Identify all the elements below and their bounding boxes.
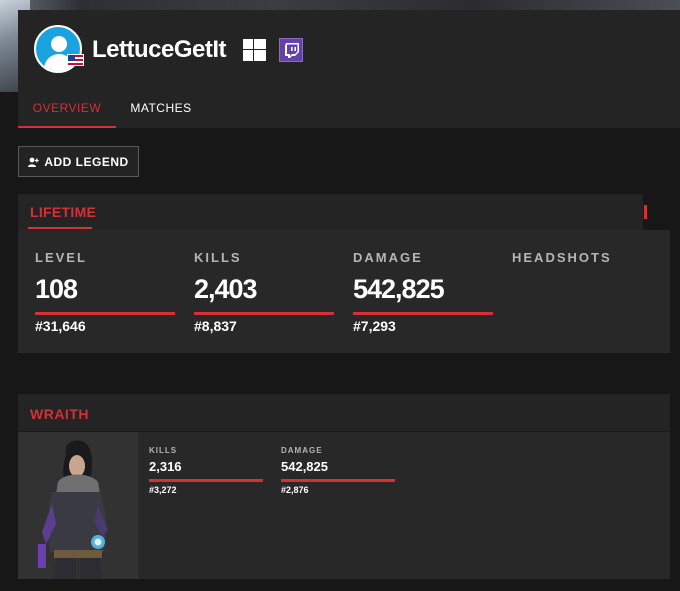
stat-value: 542,825 (353, 274, 445, 304)
stat-value: 542,825 (281, 459, 328, 474)
stat-rank: #2,876 (281, 485, 309, 495)
legend-name: WRAITH (30, 406, 89, 422)
stat-bar (281, 479, 395, 482)
stat-value: 2,316 (149, 459, 182, 474)
flag-canton (68, 55, 75, 61)
avatar-head (51, 36, 67, 52)
wraith-character-icon (38, 440, 108, 579)
stat-rank: #7,293 (353, 318, 396, 334)
legend-header: WRAITH (18, 394, 670, 432)
stat-rank: #3,272 (149, 485, 177, 495)
lifetime-underline (28, 227, 92, 229)
add-user-icon (28, 157, 40, 167)
tab-matches[interactable]: MATCHES (116, 90, 206, 128)
stat-rank: #8,837 (194, 318, 237, 334)
legend-stats: KILLS 2,316 #3,272 DAMAGE 542,825 #2,876 (18, 432, 670, 579)
us-flag-icon (67, 54, 84, 66)
profile-header: LettuceGetIt OVERVIEW MATCHES (18, 10, 680, 128)
add-legend-label: ADD LEGEND (44, 154, 129, 169)
tab-overview[interactable]: OVERVIEW (18, 90, 116, 128)
lifetime-title: LIFETIME (30, 204, 97, 220)
twitch-icon[interactable] (279, 38, 303, 62)
legend-portrait[interactable] (18, 432, 138, 579)
stat-bar (353, 312, 493, 315)
lifetime-marker (644, 205, 647, 219)
stat-bar (149, 479, 263, 482)
windows-icon (243, 39, 266, 61)
stat-label: KILLS (149, 446, 178, 455)
stat-value: 2,403 (194, 274, 258, 304)
stat-rank: #31,646 (35, 318, 86, 334)
stat-label: DAMAGE (281, 446, 323, 455)
add-legend-button[interactable]: ADD LEGEND (18, 146, 139, 177)
stat-label: KILLS (194, 250, 242, 265)
stat-value: 108 (35, 274, 78, 304)
lifetime-stats: LEVEL 108 #31,646 KILLS 2,403 #8,837 DAM… (18, 230, 670, 353)
stat-bar (35, 312, 175, 315)
username: LettuceGetIt (92, 36, 227, 63)
tab-bar: OVERVIEW MATCHES (18, 90, 680, 128)
lifetime-header: LIFETIME (18, 194, 643, 230)
stat-label: LEVEL (35, 250, 87, 265)
stat-bar (194, 312, 334, 315)
stat-label: HEADSHOTS (512, 250, 612, 265)
stat-label: DAMAGE (353, 250, 423, 265)
